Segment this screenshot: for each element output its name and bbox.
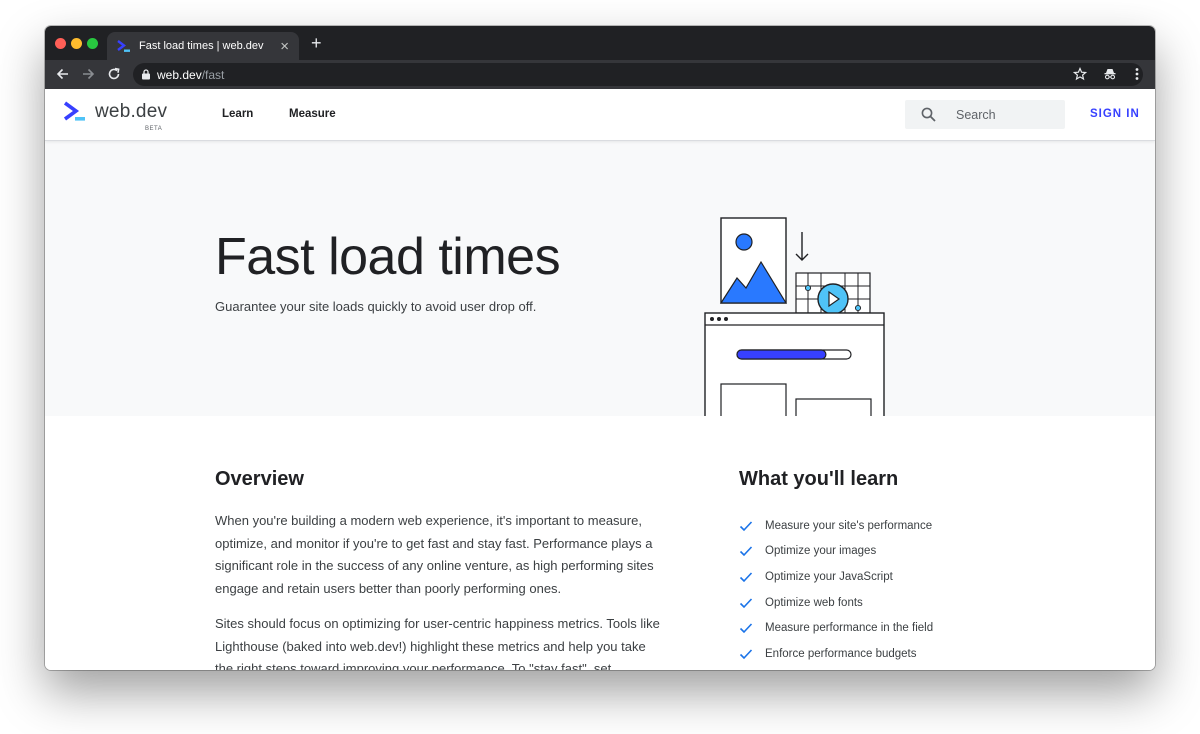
incognito-icon[interactable] <box>1100 64 1120 84</box>
site-logo[interactable]: web.dev BETA <box>63 101 168 132</box>
logo-beta-badge: BETA <box>145 126 163 132</box>
image-card-illustration <box>719 217 788 304</box>
webdev-logo-icon <box>63 101 87 123</box>
hero-title: Fast load times <box>215 228 561 286</box>
check-icon <box>739 544 753 558</box>
browser-tab-active[interactable]: Fast load times | web.dev × <box>107 32 299 60</box>
check-icon <box>739 596 753 610</box>
kebab-menu-icon[interactable] <box>1127 64 1147 84</box>
new-tab-button[interactable]: + <box>311 34 322 52</box>
overview-paragraph: When you're building a modern web experi… <box>215 513 654 596</box>
learn-item-label: Enforce performance budgets <box>765 647 917 660</box>
hero-illustration <box>704 217 885 416</box>
browser-window: Fast load times | web.dev × + web.dev/fa… <box>45 26 1155 670</box>
url-path: /fast <box>201 67 225 82</box>
site-header: web.dev BETA Learn Measure SIGN IN <box>45 89 1155 141</box>
learn-item-label: Optimize web fonts <box>765 596 863 609</box>
webdev-favicon-icon <box>117 39 131 53</box>
arrow-down-icon <box>795 232 809 261</box>
tab-title: Fast load times | web.dev <box>139 40 264 52</box>
list-item[interactable]: Optimize web fonts <box>739 590 933 616</box>
search-input[interactable] <box>956 107 1046 122</box>
search-box[interactable] <box>905 100 1065 129</box>
loading-progress-bar <box>736 349 827 360</box>
url-host: web.dev <box>157 67 202 82</box>
browser-window-illustration <box>704 312 885 416</box>
list-item[interactable]: Optimize your JavaScript <box>739 564 933 590</box>
sign-in-button[interactable]: SIGN IN <box>1090 108 1140 120</box>
check-icon <box>739 519 753 533</box>
learn-list: Measure your site's performance Optimize… <box>739 513 933 667</box>
overview-heading: Overview <box>215 468 304 490</box>
tab-close-icon[interactable]: × <box>280 39 289 54</box>
search-icon <box>921 107 936 122</box>
overview-paragraph: Sites should focus on optimizing for use… <box>215 616 660 670</box>
nav-learn-link[interactable]: Learn <box>222 108 253 120</box>
check-icon <box>739 647 753 661</box>
learn-item-label: Optimize your JavaScript <box>765 570 893 583</box>
arrow-right-icon[interactable] <box>78 64 98 84</box>
tab-strip: Fast load times | web.dev × + <box>45 26 1155 60</box>
maximize-window-button[interactable] <box>87 38 98 49</box>
what-you-learn-heading: What you'll learn <box>739 468 899 490</box>
list-item[interactable]: Measure your site's performance <box>739 513 933 539</box>
list-item[interactable]: Enforce performance budgets <box>739 641 933 667</box>
learn-item-label: Measure your site's performance <box>765 519 933 532</box>
star-icon[interactable] <box>1070 64 1090 84</box>
close-window-button[interactable] <box>55 38 66 49</box>
page-viewport: web.dev BETA Learn Measure SIGN IN Fast … <box>45 89 1155 670</box>
reload-icon[interactable] <box>104 64 124 84</box>
check-icon <box>739 570 753 584</box>
nav-measure-link[interactable]: Measure <box>289 108 336 120</box>
lock-icon <box>141 69 151 80</box>
learn-item-label: Optimize your images <box>765 545 877 558</box>
address-bar[interactable]: web.dev/fast <box>133 63 1143 86</box>
hero-subtitle: Guarantee your site loads quickly to avo… <box>215 299 537 314</box>
browser-toolbar: web.dev/fast <box>45 60 1155 89</box>
list-item[interactable]: Optimize your images <box>739 539 933 565</box>
check-icon <box>739 621 753 635</box>
logo-wordmark: web.dev <box>95 101 168 122</box>
minimize-window-button[interactable] <box>71 38 82 49</box>
video-grid-illustration <box>795 272 871 315</box>
hero-section: Fast load times Guarantee your site load… <box>45 141 1155 416</box>
list-item[interactable]: Measure performance in the field <box>739 615 933 641</box>
learn-item-label: Measure performance in the field <box>765 622 934 635</box>
arrow-left-icon[interactable] <box>53 64 73 84</box>
